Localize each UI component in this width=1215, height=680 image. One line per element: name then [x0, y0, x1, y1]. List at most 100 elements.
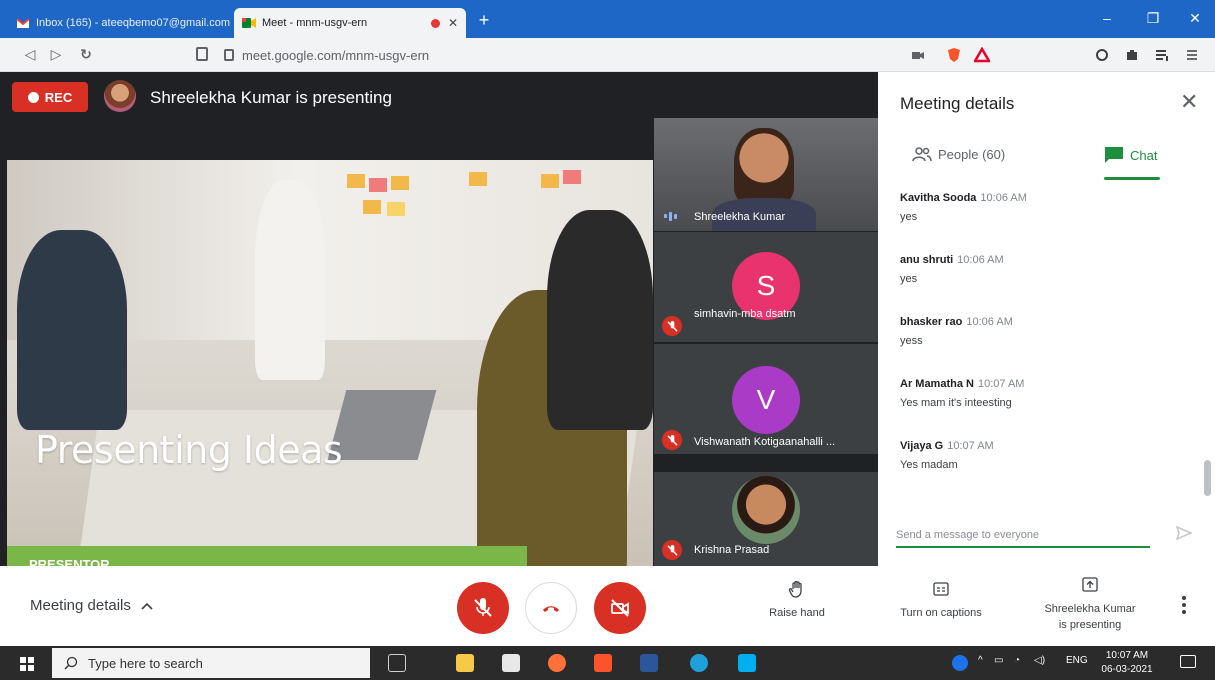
slide-laptop: [327, 390, 437, 460]
chat-message: anu shruti 10:06 AM yes: [900, 254, 1190, 316]
brave-icon[interactable]: [594, 654, 612, 672]
tab-google-meet[interactable]: Meet - mnm-usgv-ern ✕: [234, 8, 466, 38]
lock-icon: [224, 49, 234, 61]
sticky-note: [369, 178, 387, 192]
participant-avatar: V: [732, 366, 800, 434]
close-icon[interactable]: ✕: [1180, 91, 1198, 113]
file-explorer-icon[interactable]: [456, 654, 474, 672]
minimize-button[interactable]: –: [1092, 10, 1122, 26]
mic-muted-icon: [662, 540, 682, 560]
maximize-button[interactable]: ❐: [1138, 10, 1168, 27]
sticky-note: [347, 174, 365, 188]
help-icon[interactable]: [952, 655, 968, 671]
chat-message: Ar Mamatha N 10:07 AM Yes mam it's intees…: [900, 378, 1190, 440]
participant-name: Shreelekha Kumar: [694, 211, 786, 223]
message-time: 10:07 AM: [947, 440, 994, 452]
search-icon: [64, 656, 78, 670]
meeting-details-label: Meeting details: [30, 597, 131, 614]
shared-slide: Presenting Ideas PRESENTOR: [7, 160, 653, 592]
edge-icon[interactable]: [690, 654, 708, 672]
back-icon[interactable]: ◁: [20, 46, 40, 63]
captions-icon: [933, 582, 949, 596]
participant-tile[interactable]: S simhavin-mba dsatm: [654, 232, 878, 342]
word-icon[interactable]: [640, 654, 658, 672]
record-dot-icon: [27, 91, 39, 103]
raise-hand-button[interactable]: Raise hand: [762, 580, 832, 619]
windows-taskbar: Type here to search ^ ▭ ◔ ◁) ENG 10:07 A…: [0, 646, 1215, 680]
meeting-controls-bar: Meeting details Raise hand Turn on capti…: [0, 566, 1215, 646]
language-indicator[interactable]: ENG: [1066, 655, 1088, 666]
bookmark-icon[interactable]: [196, 47, 208, 61]
store-icon[interactable]: [502, 654, 520, 672]
meeting-details-toggle[interactable]: Meeting details: [30, 597, 153, 614]
chat-message-input[interactable]: Send a message to everyone: [896, 524, 1150, 548]
task-view-icon[interactable]: [388, 654, 406, 672]
message-text: Yes mam it's inteesting: [900, 397, 1012, 409]
forward-icon[interactable]: ▷: [46, 46, 66, 63]
slide-person: [255, 180, 325, 380]
chevron-up-icon: [141, 602, 153, 610]
network-icon[interactable]: ◔: [1014, 655, 1020, 666]
extensions-puzzle-icon[interactable]: [1124, 47, 1140, 63]
meeting-details-panel: Meeting details ✕ People (60) Chat Kavit…: [878, 72, 1215, 566]
tab-people[interactable]: People (60): [912, 146, 1005, 162]
presenter-avatar: [104, 80, 136, 112]
present-now-button[interactable]: Shreelekha Kumar is presenting: [1028, 576, 1152, 631]
participant-tile[interactable]: Shreelekha Kumar: [654, 118, 878, 231]
captions-button[interactable]: Turn on captions: [886, 580, 996, 619]
message-sender: bhasker rao: [900, 316, 963, 328]
new-tab-button[interactable]: +: [474, 10, 494, 30]
presenting-label-line2: is presenting: [1058, 619, 1122, 631]
chat-scrollbar[interactable]: [1204, 460, 1211, 496]
volume-icon[interactable]: ◁): [1034, 655, 1045, 666]
participant-tile[interactable]: V Vishwanath Kotigaanahalli ...: [654, 344, 878, 454]
system-clock[interactable]: 10:07 AM 06-03-2021: [1098, 649, 1156, 677]
brave-rewards-icon[interactable]: [974, 47, 990, 63]
skype-icon[interactable]: [738, 654, 756, 672]
message-time: 10:06 AM: [980, 192, 1027, 204]
message-time: 10:06 AM: [966, 316, 1013, 328]
message-sender: Vijaya G: [900, 440, 944, 452]
send-icon[interactable]: [1176, 526, 1192, 540]
battery-icon[interactable]: ▭: [994, 655, 1003, 666]
slide-person: [17, 230, 127, 430]
leave-call-button[interactable]: [525, 582, 577, 634]
taskbar-search-input[interactable]: Type here to search: [52, 648, 370, 678]
message-sender: anu shruti: [900, 254, 954, 266]
tab-chat[interactable]: Chat: [1104, 146, 1157, 164]
google-meet-icon: [242, 18, 256, 28]
mic-toggle-button[interactable]: [457, 582, 509, 634]
reading-list-icon[interactable]: [1154, 47, 1170, 63]
message-time: 10:06 AM: [957, 254, 1004, 266]
notifications-icon[interactable]: [1180, 655, 1196, 668]
message-text: yes: [900, 211, 918, 223]
recording-indicator-icon: [430, 18, 440, 28]
presenting-banner: Shreelekha Kumar is presenting: [150, 88, 392, 107]
more-options-icon[interactable]: [1182, 596, 1186, 617]
camera-off-icon: [611, 599, 629, 617]
firefox-icon[interactable]: [548, 654, 566, 672]
close-window-button[interactable]: ✕: [1180, 10, 1210, 27]
recording-badge: REC: [12, 82, 88, 112]
mic-off-icon: [474, 598, 492, 617]
camera-icon[interactable]: [910, 47, 926, 63]
windows-start-icon[interactable]: [20, 657, 34, 671]
sticky-note: [391, 176, 409, 190]
tab-gmail-inbox[interactable]: Inbox (165) - ateeqbemo07@gmail.com: [8, 8, 232, 38]
tab-chat-label: Chat: [1130, 147, 1158, 163]
tab-close-icon[interactable]: ✕: [448, 16, 458, 30]
camera-toggle-button[interactable]: [594, 582, 646, 634]
participant-tile[interactable]: Krishna Prasad: [654, 472, 878, 566]
brave-shield-icon[interactable]: [946, 47, 962, 63]
reload-icon[interactable]: ↻: [76, 46, 96, 63]
sticky-note: [387, 202, 405, 216]
rec-label: REC: [44, 89, 73, 105]
message-text: yess: [900, 335, 923, 347]
extension-circle-icon[interactable]: [1094, 47, 1110, 63]
active-tab-indicator: [1104, 177, 1160, 180]
mic-muted-icon: [662, 430, 682, 450]
menu-icon[interactable]: [1184, 47, 1200, 63]
url-field[interactable]: meet.google.com/mnm-usgv-ern: [224, 41, 914, 69]
hang-up-icon: [543, 606, 559, 612]
tray-chevron-icon[interactable]: ^: [978, 655, 983, 666]
